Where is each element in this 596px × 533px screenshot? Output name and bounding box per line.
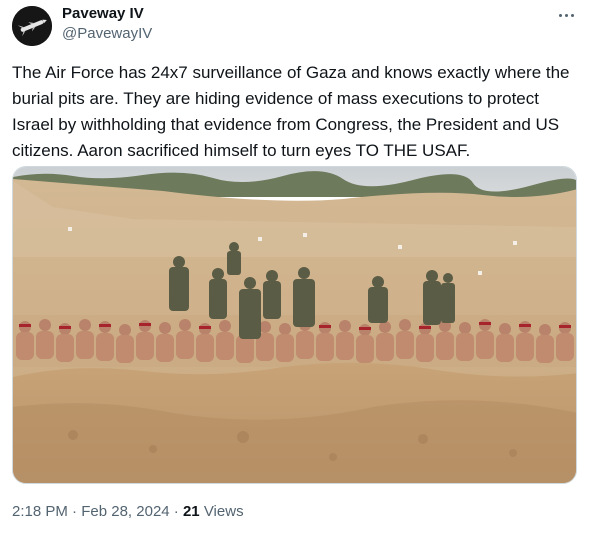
tweet-photo[interactable] xyxy=(12,166,577,484)
more-dots-icon[interactable] xyxy=(554,6,578,24)
tweet-time[interactable]: 2:18 PM xyxy=(12,503,68,520)
tweet-date[interactable]: Feb 28, 2024 xyxy=(81,503,169,520)
missile-icon xyxy=(12,6,52,46)
tweet-card: Paveway IV @PavewayIV The Air Force has … xyxy=(0,0,596,533)
meta-separator-2: · xyxy=(173,503,179,520)
meta-separator: · xyxy=(72,503,78,520)
avatar[interactable] xyxy=(12,6,52,46)
author-display-name[interactable]: Paveway IV xyxy=(62,5,144,22)
photo-scene xyxy=(13,167,576,483)
tweet-text: The Air Force has 24x7 surveillance of G… xyxy=(12,63,570,160)
views-count: 21 xyxy=(182,503,200,520)
views-label: Views xyxy=(203,503,244,520)
author-handle[interactable]: @PavewayIV xyxy=(62,25,152,42)
tweet-meta: 2:18 PM · Feb 28, 2024 · 21 Views xyxy=(12,503,244,520)
